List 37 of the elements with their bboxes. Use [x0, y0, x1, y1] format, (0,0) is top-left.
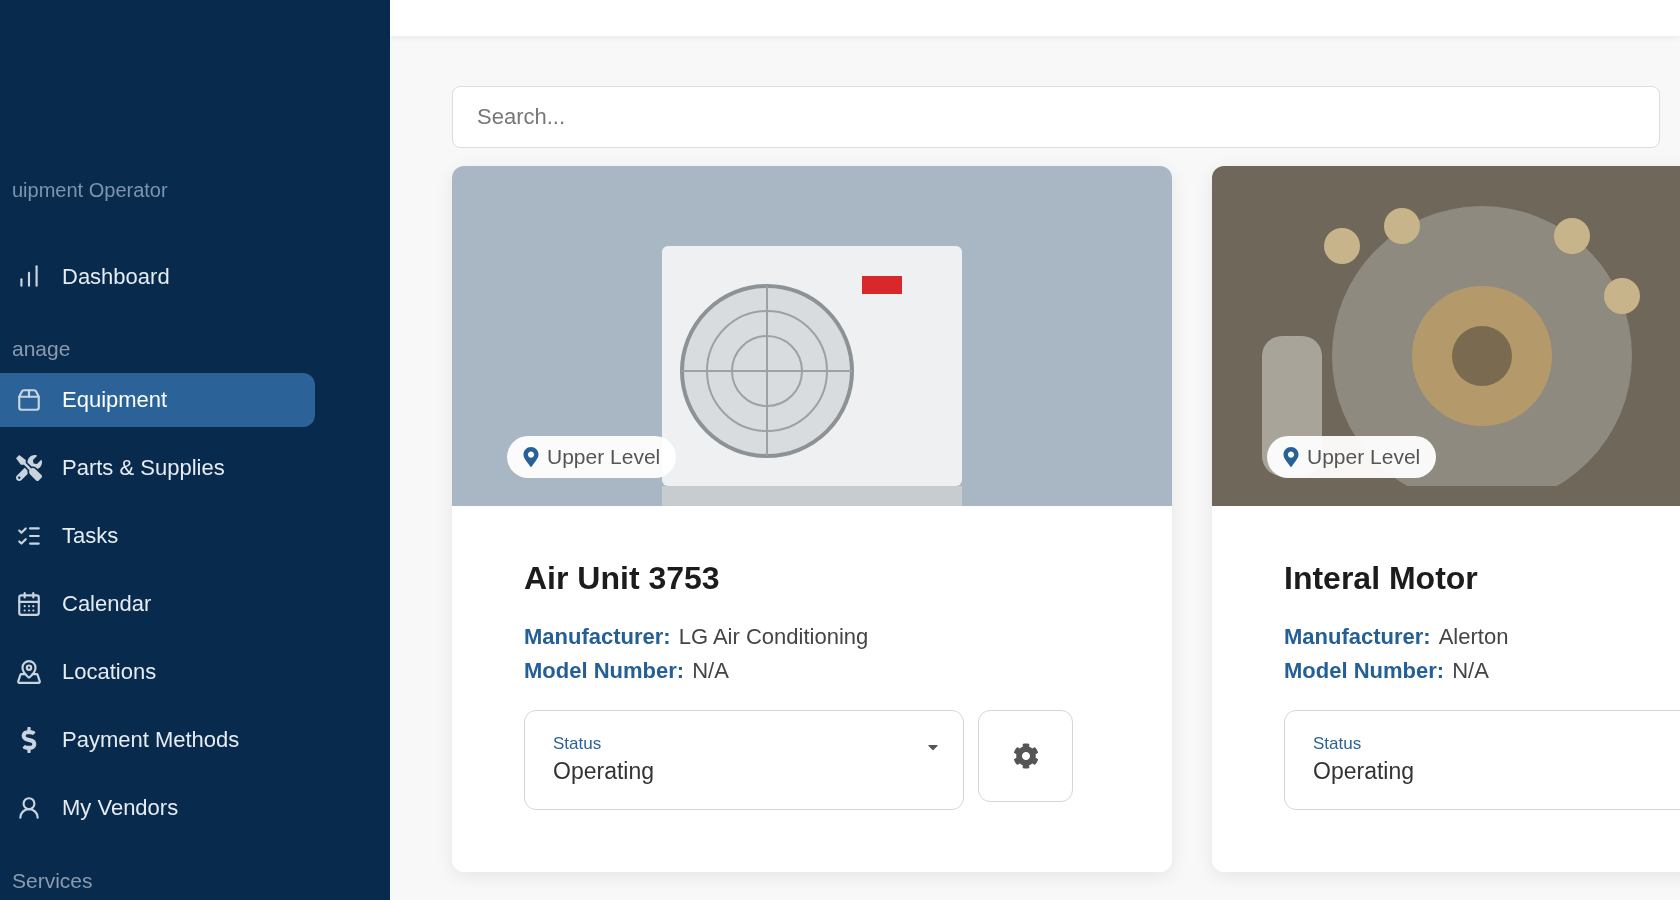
nav-item[interactable]: Dashboard: [0, 249, 315, 303]
settings-button[interactable]: [978, 710, 1073, 802]
calendar-icon: [16, 590, 42, 617]
location-label: Upper Level: [547, 444, 661, 471]
nav-item[interactable]: Calendar: [0, 576, 315, 631]
nav-item[interactable]: Equipment: [0, 372, 315, 427]
card-title: Air Unit 3753: [524, 559, 721, 598]
settings-icon: [1012, 743, 1039, 769]
nav-item[interactable]: Locations: [0, 644, 315, 699]
card-title: Interal Motor: [1284, 559, 1479, 598]
location-label: Upper Level: [1307, 444, 1421, 471]
section-heading: Services: [11, 867, 94, 894]
nav-item[interactable]: My Vendors: [0, 780, 315, 835]
map-pin-icon: [16, 658, 42, 685]
nav-item[interactable]: Tasks: [0, 508, 315, 563]
field-value: Alerton: [1438, 623, 1509, 651]
search-field[interactable]: Search...: [452, 86, 1660, 148]
nav-item[interactable]: Payment Methods: [0, 712, 315, 767]
tools-icon: [16, 454, 42, 481]
location-pin-icon: [523, 447, 539, 467]
user-role: uipment Operator: [11, 178, 169, 203]
floating-label: Status: [553, 733, 602, 755]
field-label: Manufacturer:: [524, 623, 671, 651]
field-value: N/A: [1452, 657, 1489, 685]
status-select[interactable]: Status Operating: [524, 710, 964, 810]
nav-item[interactable]: Parts & Supplies: [0, 440, 315, 495]
field-label: Model Number:: [1284, 657, 1445, 685]
field-value: LG Air Conditioning: [678, 623, 869, 651]
location-pin-icon: [1283, 447, 1299, 467]
section-heading: anage: [11, 336, 72, 362]
field-value: N/A: [692, 657, 729, 685]
floating-label: Status: [1313, 733, 1362, 755]
field-label: Manufacturer:: [1284, 623, 1431, 651]
field-label: Model Number:: [524, 657, 685, 685]
status-select[interactable]: Status Operating: [1284, 710, 1680, 810]
person-icon: [16, 794, 42, 821]
box-icon: [16, 386, 42, 413]
